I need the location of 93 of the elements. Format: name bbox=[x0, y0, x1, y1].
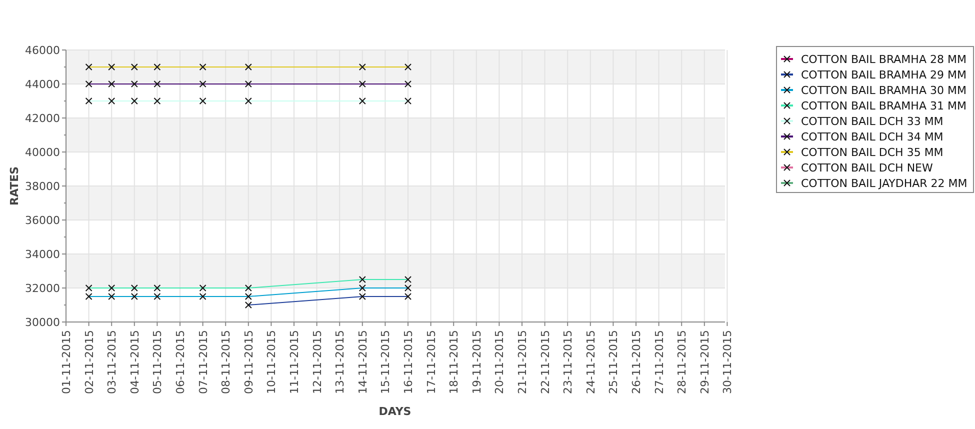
x-tick-label: 11-11-2015 bbox=[288, 330, 301, 394]
data-point bbox=[154, 98, 161, 104]
data-point bbox=[358, 276, 366, 283]
x-tick-label: 28-11-2015 bbox=[676, 330, 689, 394]
x-tick-label: 14-11-2015 bbox=[356, 330, 370, 394]
x-tick-label: 10-11-2015 bbox=[265, 330, 278, 394]
legend-label: COTTON BAIL DCH NEW bbox=[801, 162, 933, 174]
x-tick-label: 24-11-2015 bbox=[584, 330, 598, 394]
data-point bbox=[154, 64, 161, 70]
data-point bbox=[154, 284, 161, 292]
data-point bbox=[130, 64, 138, 70]
x-tick-label: 04-11-2015 bbox=[128, 330, 142, 394]
data-point bbox=[358, 293, 366, 300]
x-tick-label: 09-11-2015 bbox=[242, 330, 256, 394]
data-point bbox=[85, 64, 92, 70]
x-axis-title: DAYS bbox=[378, 405, 412, 418]
data-point bbox=[244, 284, 252, 292]
data-point bbox=[85, 98, 92, 104]
data-point bbox=[130, 98, 138, 104]
data-point bbox=[199, 284, 206, 292]
data-point bbox=[154, 80, 161, 88]
data-point bbox=[244, 64, 252, 70]
data-point bbox=[130, 293, 138, 300]
data-point bbox=[404, 80, 412, 88]
x-tick-label: 05-11-2015 bbox=[151, 330, 164, 394]
data-point bbox=[130, 284, 138, 292]
data-point bbox=[199, 293, 206, 300]
data-point bbox=[108, 293, 116, 300]
y-axis-title: RATES bbox=[8, 166, 21, 206]
x-tick-label: 01-11-2015 bbox=[60, 330, 73, 394]
x-tick-label: 03-11-2015 bbox=[106, 330, 119, 394]
x-tick-label: 12-11-2015 bbox=[310, 330, 324, 394]
x-tick-label: 19-11-2015 bbox=[470, 330, 484, 394]
data-point bbox=[404, 293, 412, 300]
y-tick-label: 36000 bbox=[25, 214, 60, 227]
data-point bbox=[358, 284, 366, 292]
data-point bbox=[199, 64, 206, 70]
x-tick-label: 21-11-2015 bbox=[516, 330, 529, 394]
legend-label: COTTON BAIL BRAMHA 29 MM bbox=[801, 68, 966, 82]
x-tick-label: 15-11-2015 bbox=[379, 330, 392, 394]
x-tick-label: 27-11-2015 bbox=[652, 330, 666, 394]
x-tick-label: 20-11-2015 bbox=[493, 330, 506, 394]
legend-label: COTTON BAIL DCH 34 MM bbox=[801, 130, 944, 144]
x-tick-label: 16-11-2015 bbox=[402, 330, 415, 394]
x-tick-label: 22-11-2015 bbox=[538, 330, 552, 394]
legend-label: COTTON BAIL DCH 35 MM bbox=[801, 146, 944, 159]
data-point bbox=[199, 98, 206, 104]
data-point bbox=[108, 98, 116, 104]
legend-label: COTTON BAIL JAYDHAR 22 MM bbox=[801, 177, 968, 190]
data-point bbox=[404, 98, 412, 104]
data-point bbox=[358, 80, 366, 88]
y-tick-label: 44000 bbox=[25, 78, 60, 91]
y-tick-label: 32000 bbox=[25, 282, 60, 295]
data-point bbox=[358, 98, 366, 104]
data-point bbox=[85, 284, 92, 292]
y-tick-label: 42000 bbox=[25, 112, 60, 125]
x-tick-label: 25-11-2015 bbox=[607, 330, 620, 394]
data-point bbox=[130, 80, 138, 88]
legend-label: COTTON BAIL DCH 33 MM bbox=[801, 115, 944, 128]
data-point bbox=[154, 293, 161, 300]
data-point bbox=[358, 64, 366, 70]
y-tick-label: 40000 bbox=[25, 146, 60, 159]
data-point bbox=[85, 293, 92, 300]
legend-label: COTTON BAIL BRAMHA 30 MM bbox=[801, 84, 966, 97]
data-point bbox=[404, 284, 412, 292]
data-point bbox=[199, 80, 206, 88]
data-point bbox=[244, 302, 252, 308]
x-tick-label: 30-11-2015 bbox=[721, 330, 734, 394]
x-tick-label: 23-11-2015 bbox=[562, 330, 575, 394]
x-tick-label: 06-11-2015 bbox=[174, 330, 187, 394]
x-tick-label: 29-11-2015 bbox=[698, 330, 712, 394]
x-tick-label: 26-11-2015 bbox=[630, 330, 643, 394]
data-point bbox=[108, 80, 116, 88]
y-tick-label: 34000 bbox=[25, 248, 60, 261]
data-point bbox=[85, 80, 92, 88]
x-tick-label: 18-11-2015 bbox=[448, 330, 461, 394]
data-point bbox=[244, 293, 252, 300]
legend-label: COTTON BAIL BRAMHA 28 MM bbox=[801, 53, 966, 66]
data-point bbox=[404, 276, 412, 283]
y-tick-label: 46000 bbox=[25, 44, 60, 57]
x-tick-label: 08-11-2015 bbox=[220, 330, 233, 394]
data-point bbox=[108, 64, 116, 70]
data-point bbox=[244, 80, 252, 88]
x-tick-label: 13-11-2015 bbox=[334, 330, 347, 394]
data-point bbox=[244, 98, 252, 104]
data-point bbox=[108, 284, 116, 292]
x-tick-label: 17-11-2015 bbox=[424, 330, 438, 394]
data-point bbox=[404, 64, 412, 70]
legend-label: COTTON BAIL BRAMHA 31 MM bbox=[801, 100, 966, 112]
x-tick-label: 02-11-2015 bbox=[82, 330, 96, 394]
y-tick-label: 30000 bbox=[25, 316, 60, 329]
y-tick-label: 38000 bbox=[25, 180, 60, 193]
x-tick-label: 07-11-2015 bbox=[196, 330, 210, 394]
